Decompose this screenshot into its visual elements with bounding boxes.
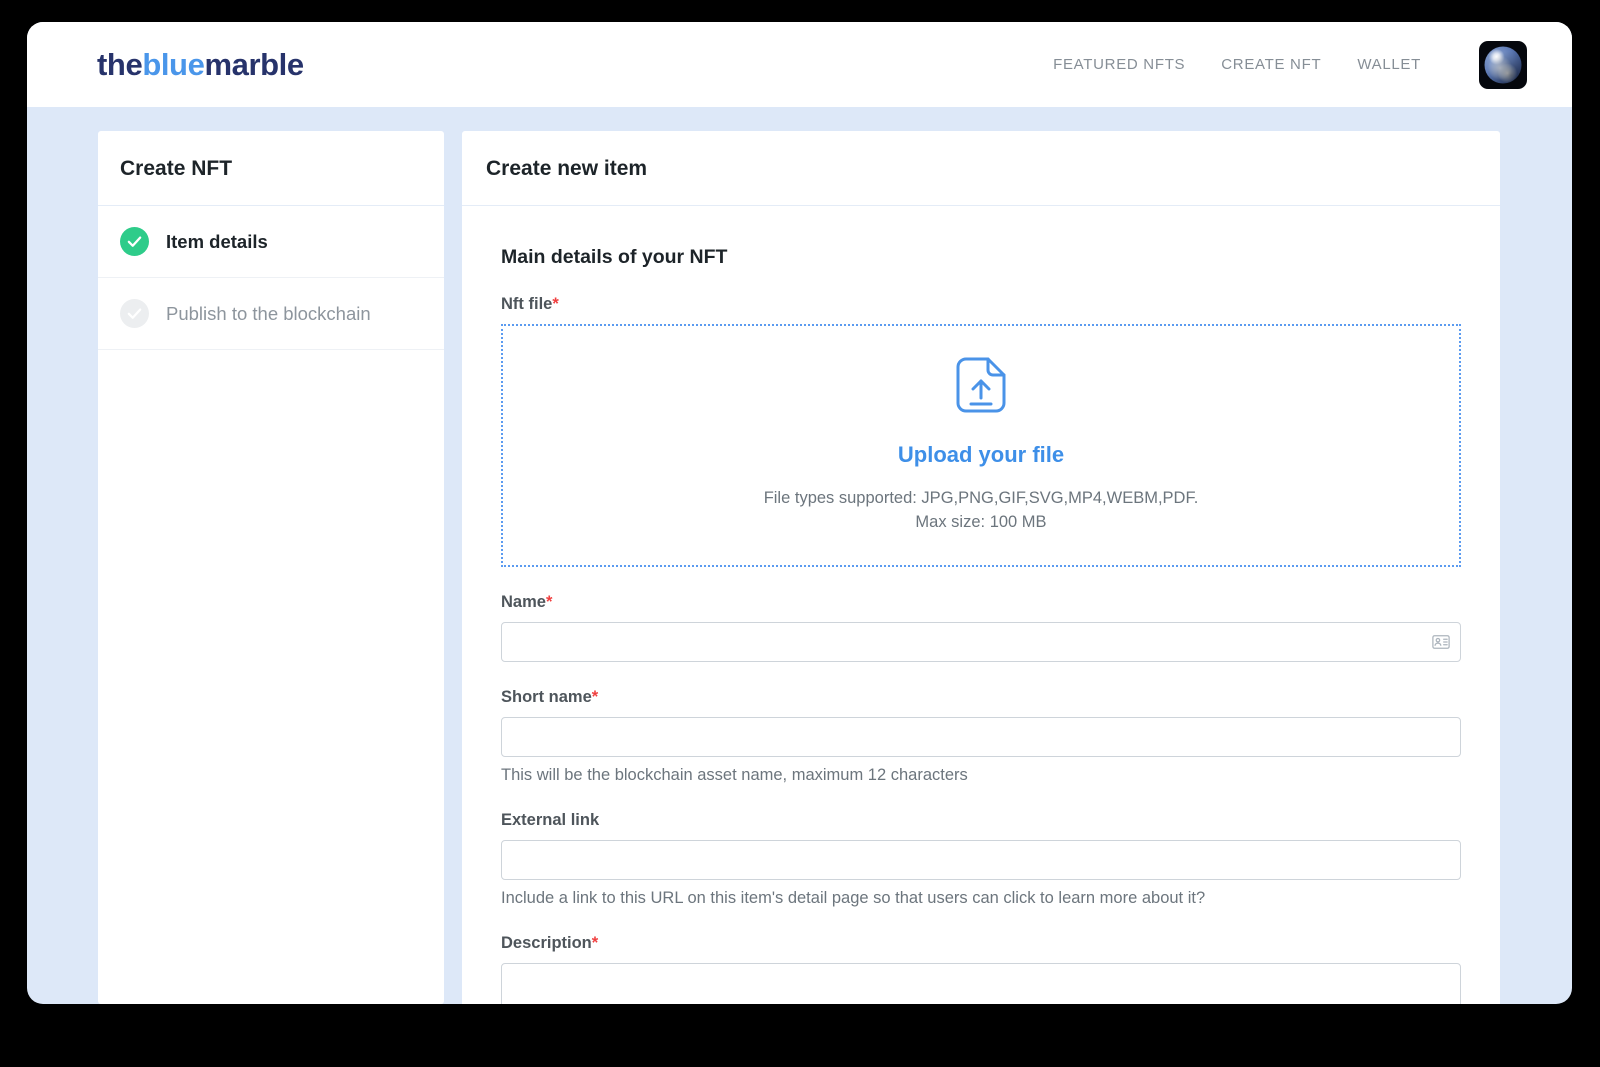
field-external-link: External link Include a link to this URL…: [501, 811, 1461, 908]
sidebar-item-item-details[interactable]: Item details: [98, 206, 444, 278]
avatar[interactable]: [1479, 40, 1527, 89]
nav-wallet[interactable]: WALLET: [1357, 56, 1421, 73]
required-marker: *: [591, 934, 599, 952]
external-link-input[interactable]: [501, 840, 1461, 880]
upload-hint-line-2: Max size: 100 MB: [915, 513, 1047, 531]
earth-globe-icon: [1484, 46, 1522, 83]
field-name: Name*: [501, 593, 1461, 662]
nav-featured-nfts[interactable]: FEATURED NFTS: [1053, 56, 1185, 73]
field-nft-file: Nft file* Upload your file File types su…: [501, 295, 1461, 567]
browser-window: thebluemarble FEATURED NFTS CREATE NFT W…: [27, 22, 1572, 1004]
label-text: Description: [501, 934, 592, 952]
label-short-name: Short name*: [501, 688, 1461, 707]
name-input[interactable]: [501, 622, 1461, 662]
logo-text-the: the: [97, 46, 143, 82]
label-description: Description*: [501, 934, 1461, 953]
main-nav: FEATURED NFTS CREATE NFT WALLET: [1053, 40, 1527, 89]
label-external-link: External link: [501, 811, 1461, 830]
required-marker: *: [591, 688, 599, 706]
section-title: Main details of your NFT: [501, 246, 728, 268]
label-text: Nft file: [501, 295, 553, 313]
screenshot-frame: thebluemarble FEATURED NFTS CREATE NFT W…: [0, 0, 1600, 1067]
file-upload-icon: [955, 356, 1007, 419]
logo-text-blue: blue: [142, 46, 205, 82]
field-short-name: Short name* This will be the blockchain …: [501, 688, 1461, 785]
sidebar-title: Create NFT: [98, 131, 444, 206]
top-navigation-bar: thebluemarble FEATURED NFTS CREATE NFT W…: [27, 22, 1572, 107]
label-name: Name*: [501, 593, 1461, 612]
check-circle-icon-done: [120, 227, 149, 256]
name-input-wrap: [501, 622, 1461, 662]
logo-text-marble: marble: [204, 46, 304, 82]
label-nft-file: Nft file*: [501, 295, 1461, 314]
required-marker: *: [552, 295, 559, 313]
form-body: Main details of your NFT Nft file* Uploa…: [462, 206, 1500, 1004]
external-link-hint: Include a link to this URL on this item'…: [501, 889, 1206, 907]
page-title: Create new item: [462, 131, 1500, 206]
description-textarea[interactable]: [501, 963, 1461, 1004]
page-body: Create NFT Item details Publish to the b…: [27, 107, 1572, 1004]
sidebar-item-label: Item details: [166, 230, 268, 252]
sidebar-item-publish-to-the-blockchain[interactable]: Publish to the blockchain: [98, 278, 444, 350]
check-circle-icon-pending: [120, 299, 149, 328]
upload-your-file-label: Upload your file: [897, 442, 1065, 468]
sidebar-item-label: Publish to the blockchain: [166, 302, 371, 324]
required-marker: *: [545, 593, 553, 611]
file-dropzone[interactable]: Upload your file File types supported: J…: [501, 324, 1461, 567]
short-name-hint: This will be the blockchain asset name, …: [501, 766, 968, 784]
label-text: Name: [501, 593, 546, 611]
field-description: Description*: [501, 934, 1461, 1004]
upload-hint-line-1: File types supported: JPG,PNG,GIF,SVG,MP…: [763, 489, 1199, 508]
label-text: External link: [501, 811, 600, 829]
site-logo[interactable]: thebluemarble: [97, 47, 304, 83]
main-content-card: Create new item Main details of your NFT…: [462, 131, 1500, 1004]
upload-hint: File types supported: JPG,PNG,GIF,SVG,MP…: [764, 487, 1199, 535]
nav-create-nft[interactable]: CREATE NFT: [1221, 56, 1321, 73]
short-name-input[interactable]: [501, 717, 1461, 757]
sidebar-card: Create NFT Item details Publish to the b…: [98, 131, 444, 1004]
label-text: Short name: [501, 688, 592, 706]
